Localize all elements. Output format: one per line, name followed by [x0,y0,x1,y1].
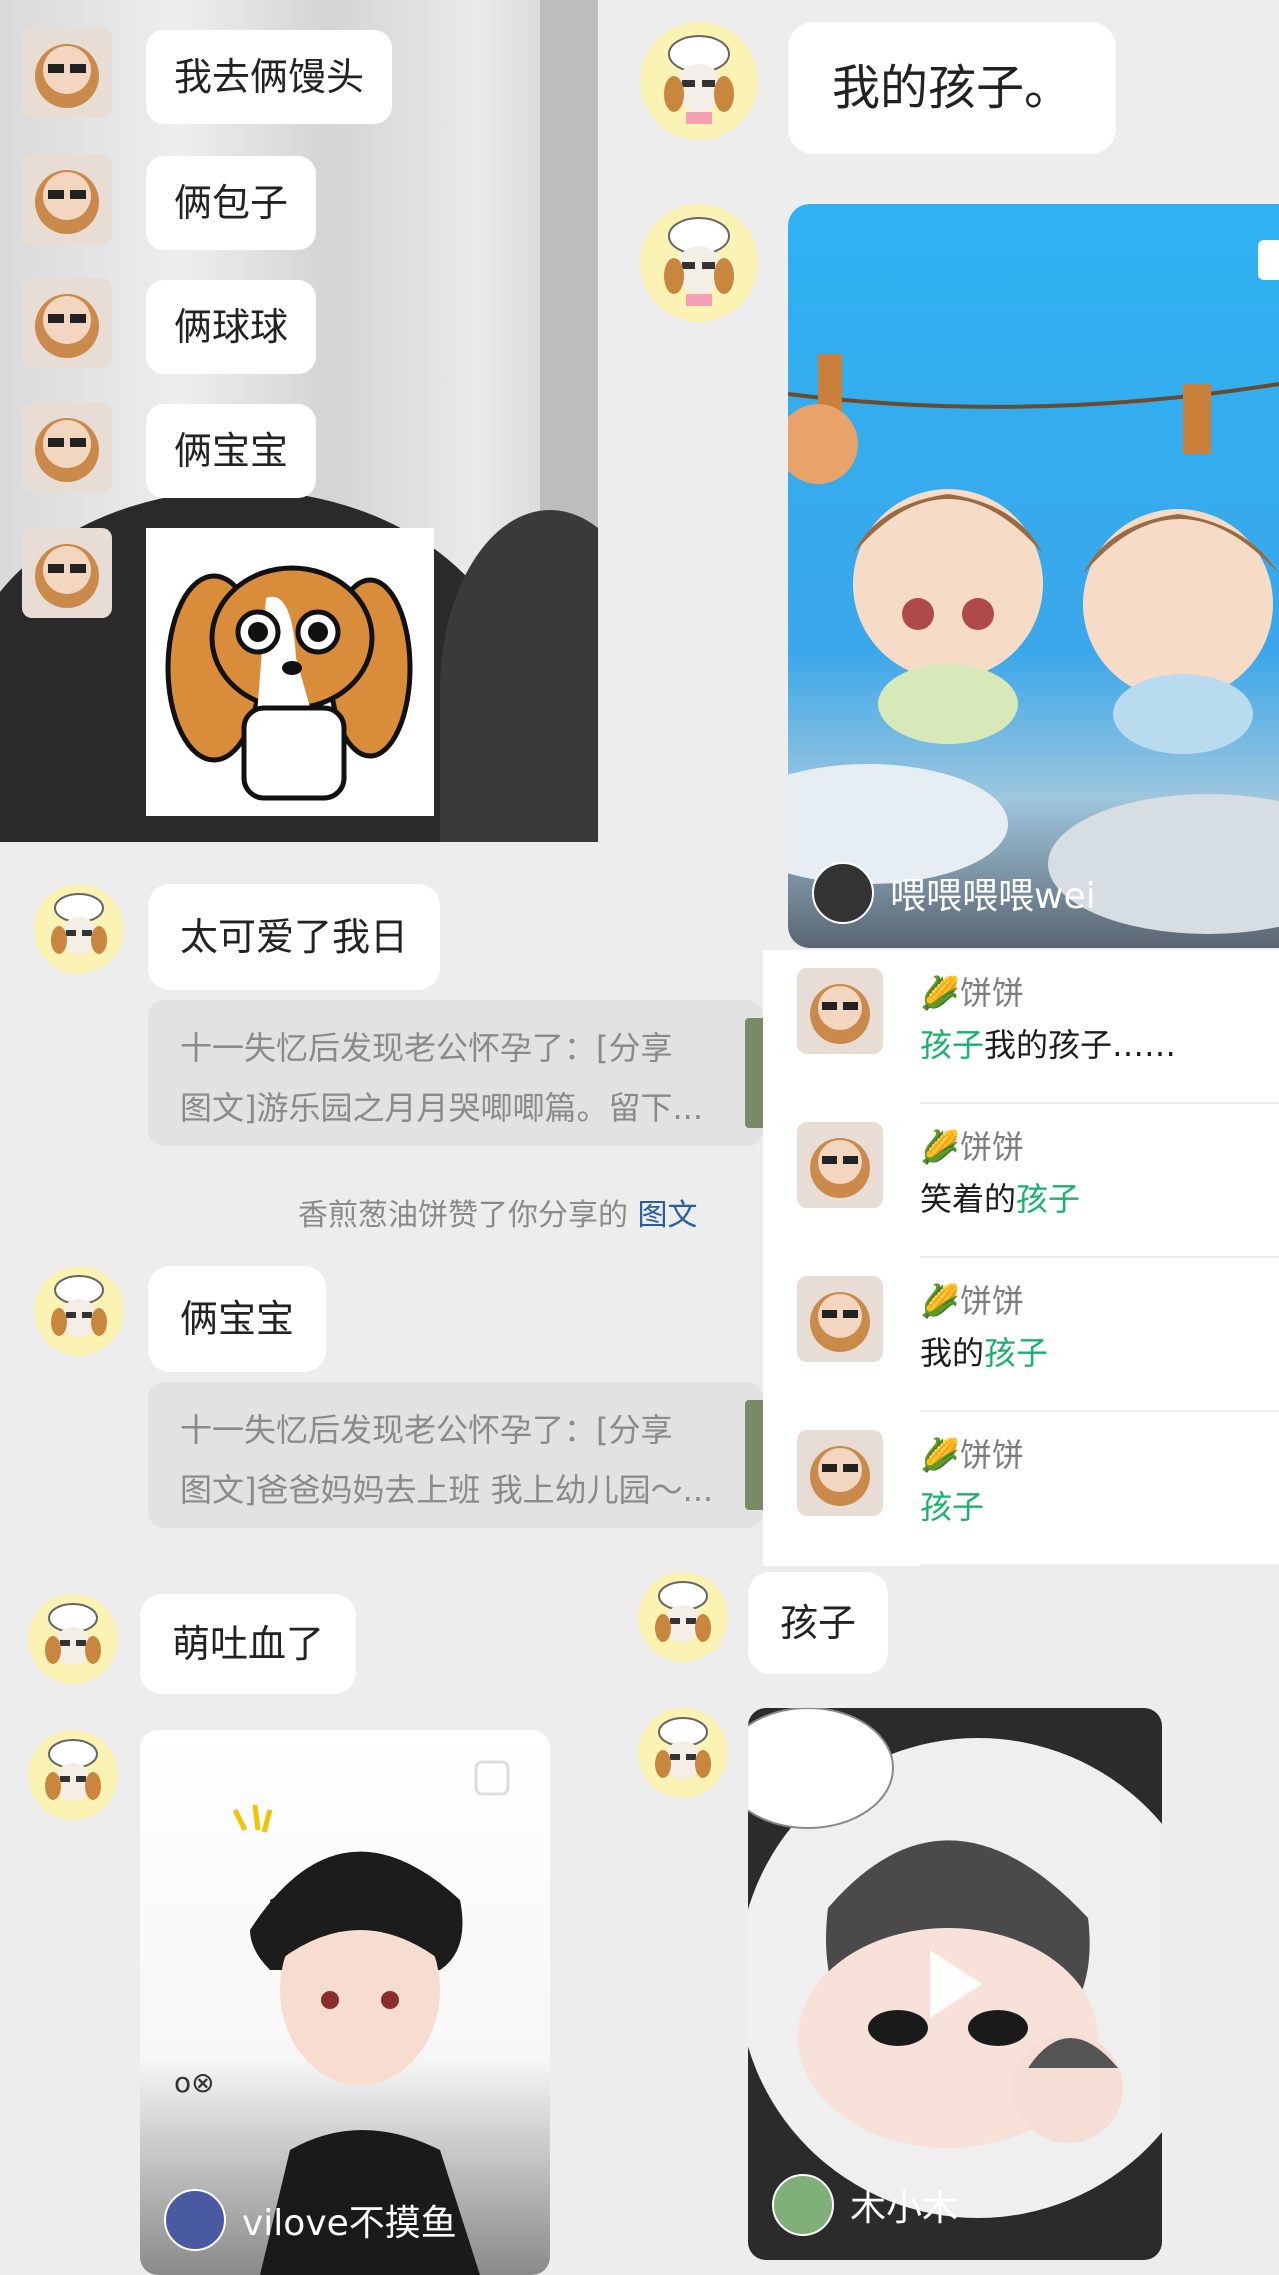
avatar[interactable] [28,1594,118,1684]
comment-item[interactable]: 🌽饼饼 孩子 [763,1412,1279,1566]
avatar[interactable] [22,402,112,492]
photo-screenshot: 我去俩馒头 俩包子 俩球球 俩宝宝 [0,0,598,842]
keyword-highlight: 孩子 [1016,1180,1081,1218]
svg-text:o⊗: o⊗ [174,2066,215,2099]
puppy-sticker-image [165,565,413,801]
corn-icon: 🌽 [920,1436,960,1474]
message-bubble[interactable]: 我的孩子。 [788,22,1117,154]
creator-avatar [812,862,874,924]
shared-link-line2: 图文]游乐园之月月哭唧唧篇。留下... [180,1089,704,1127]
shared-link-card[interactable]: 十一失忆后发现老公怀孕了：[分享 图文]爸爸妈妈去上班 我上幼儿园～... [148,1382,763,1528]
commenter-name: 🌽饼饼 [920,1282,1024,1320]
commenter-name: 🌽饼饼 [920,1128,1024,1166]
avatar[interactable] [22,154,112,244]
hair-silhouette-2 [440,510,598,842]
creator-name: 喂喂喂喂wei [890,876,1096,917]
dog-sticker[interactable] [146,528,434,816]
keyword-highlight: 孩子 [984,1334,1049,1372]
avatar[interactable] [640,22,758,140]
shared-link-line1: 十一失忆后发现老公怀孕了：[分享 [180,1411,673,1449]
message-bubble[interactable]: 俩包子 [146,156,317,250]
card-credit[interactable]: 喂喂喂喂wei [812,862,1096,924]
avatar[interactable] [640,204,758,322]
shared-image-card[interactable]: 喂喂喂喂wei [788,204,1279,948]
comment-panel: 🌽饼饼 孩子我的孩子…… 🌽饼饼 笑着的孩子 🌽饼饼 我的孩子 🌽饼饼 孩子 [763,950,1279,1566]
shared-link-line1: 十一失忆后发现老公怀孕了：[分享 [180,1029,673,1067]
message-bubble[interactable]: 萌吐血了 [140,1594,357,1694]
creator-avatar [772,2174,834,2236]
creator-name: vilove不摸鱼 [242,2203,457,2244]
shared-image-card[interactable]: o⊗ vilove不摸鱼 [140,1730,550,2275]
comment-item[interactable]: 🌽饼饼 我的孩子 [763,1258,1279,1412]
card-artwork [788,240,1279,934]
avatar[interactable] [797,1276,883,1362]
keyword-highlight: 孩子 [920,1026,985,1064]
message-bubble[interactable]: 孩子 [748,1572,889,1674]
creator-name: 木小木 [850,2188,959,2229]
commenter-name: 🌽饼饼 [920,1436,1024,1474]
card-credit[interactable]: 木小木 [772,2174,958,2236]
avatar[interactable] [638,1708,728,1798]
avatar[interactable] [22,278,112,368]
avatar[interactable] [34,884,124,974]
card-credit[interactable]: vilove不摸鱼 [164,2189,457,2251]
system-notice-link[interactable]: 图文 [638,1198,698,1233]
play-icon[interactable] [930,1950,982,2018]
avatar[interactable] [22,28,112,118]
comment-item[interactable]: 🌽饼饼 笑着的孩子 [763,1104,1279,1258]
message-bubble[interactable]: 俩球球 [146,280,317,374]
corn-icon: 🌽 [920,974,960,1012]
avatar[interactable] [638,1572,728,1662]
commenter-name: 🌽饼饼 [920,974,1024,1012]
message-bubble[interactable]: 太可爱了我日 [148,884,441,990]
comment-text: 孩子 [920,1482,984,1528]
shared-link-card[interactable]: 十一失忆后发现老公怀孕了：[分享 图文]游乐园之月月哭唧唧篇。留下... [148,1000,763,1146]
avatar[interactable] [797,1430,883,1516]
corn-icon: 🌽 [920,1128,960,1166]
comment-text: 我的孩子 [920,1334,1049,1372]
system-notice-text: 香煎葱油饼赞了你分享的 [298,1198,628,1233]
comment-text: 笑着的孩子 [920,1180,1081,1218]
message-bubble[interactable]: 俩宝宝 [146,404,317,498]
avatar[interactable] [797,1122,883,1208]
creator-avatar [164,2189,226,2251]
avatar[interactable] [34,1266,124,1356]
corn-icon: 🌽 [920,1282,960,1320]
avatar[interactable] [22,528,112,618]
avatar[interactable] [797,968,883,1054]
comment-item[interactable]: 🌽饼饼 孩子我的孩子…… [763,950,1279,1104]
system-notice: 香煎葱油饼赞了你分享的 图文 [298,1190,698,1234]
shared-video-card[interactable]: 木小木 [748,1708,1162,2260]
keyword-highlight: 孩子 [920,1488,985,1526]
shared-link-thumbnail [745,1018,763,1128]
avatar[interactable] [28,1730,118,1820]
shared-link-thumbnail [745,1400,763,1510]
message-bubble[interactable]: 我去俩馒头 [146,30,393,124]
divider [920,1564,1279,1566]
shared-link-line2: 图文]爸爸妈妈去上班 我上幼儿园～... [180,1471,714,1509]
message-bubble[interactable]: 俩宝宝 [148,1266,327,1372]
comment-text: 孩子我的孩子…… [920,1026,1177,1064]
